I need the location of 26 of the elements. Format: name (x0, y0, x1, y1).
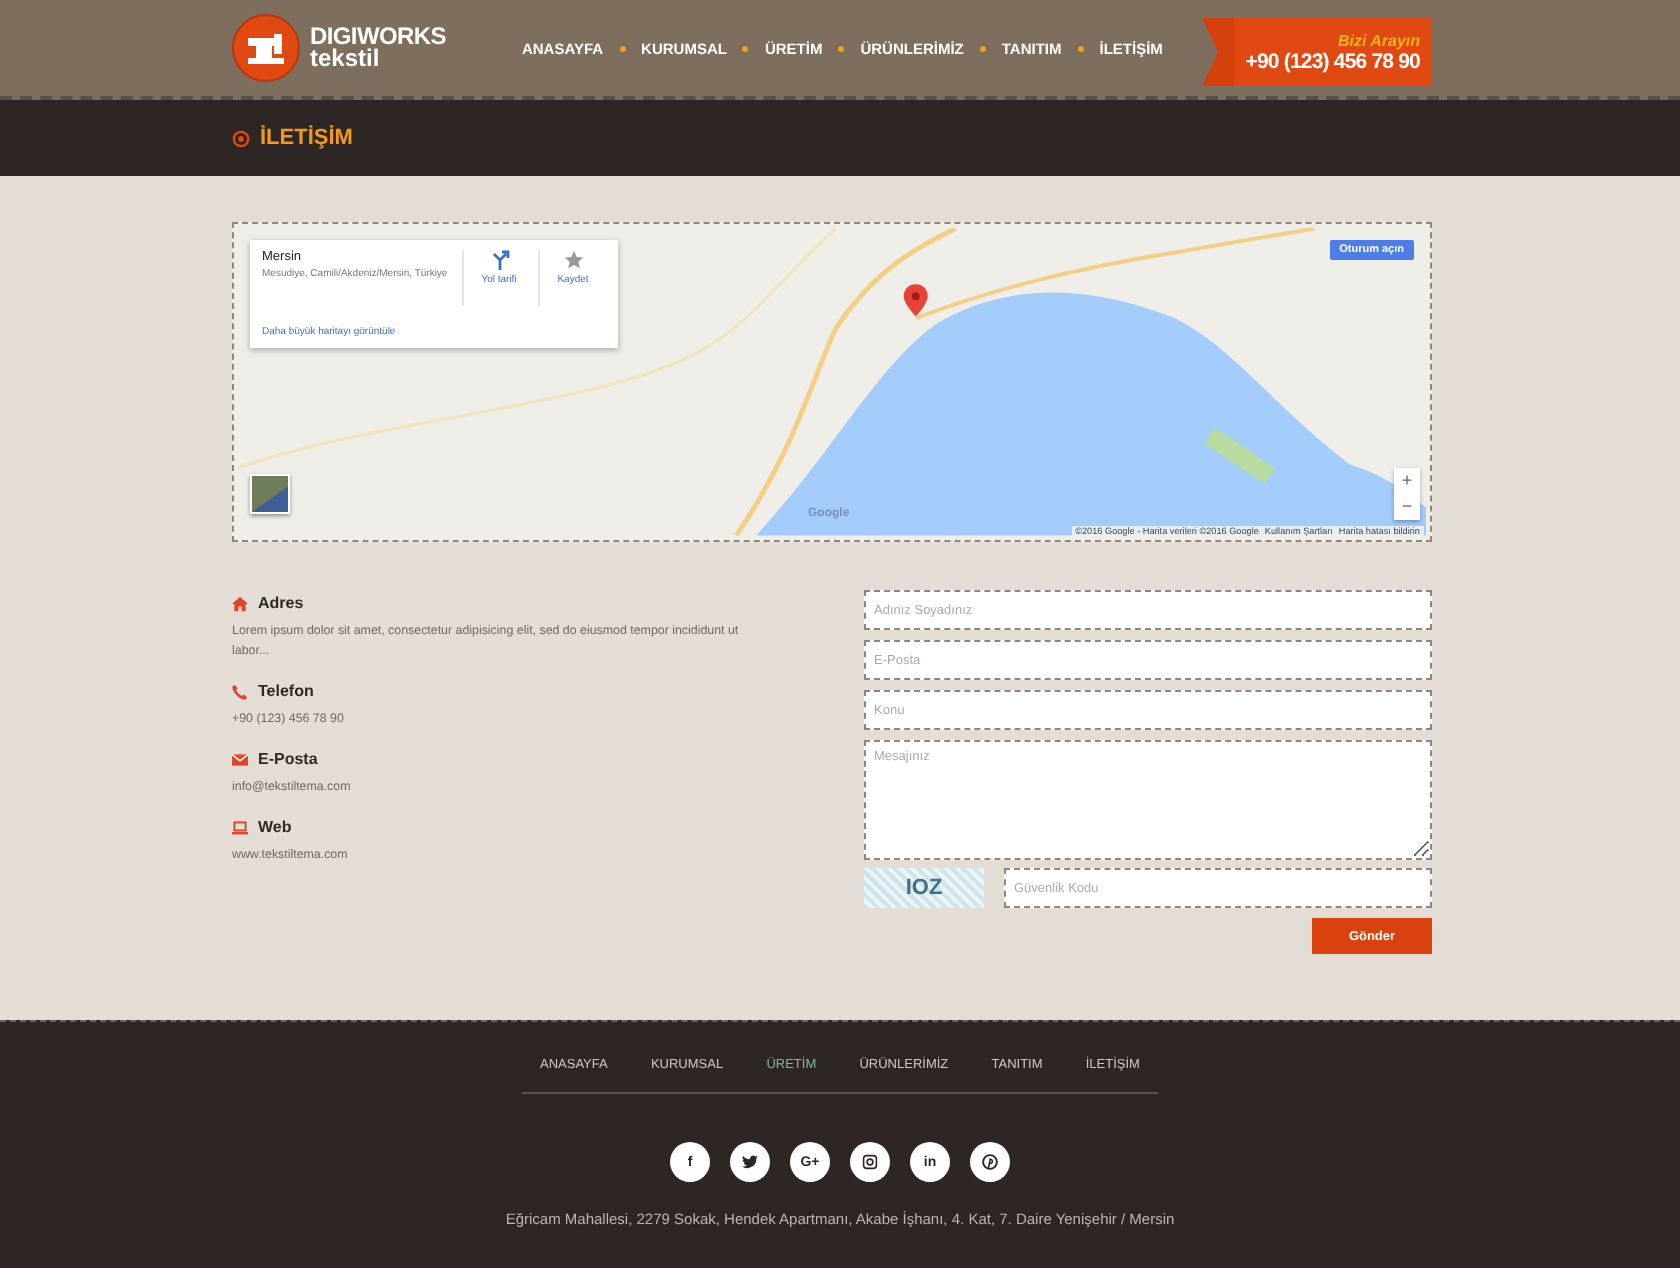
camera-icon (862, 1154, 878, 1170)
satellite-thumbnail-icon (250, 474, 290, 514)
call-label: Bizi Arayın (1337, 31, 1420, 49)
page-title: İLETİŞİM (260, 126, 353, 150)
phone-icon (232, 683, 248, 699)
zoom-out-button[interactable]: − (1394, 494, 1420, 520)
pin-icon (982, 1154, 998, 1170)
pinterest-button[interactable] (970, 1142, 1010, 1182)
phone-number: +90 (123) 456 78 90 (1245, 49, 1420, 73)
contact-heading: E-Posta (258, 750, 318, 768)
brand-name: DIGIWORKS (310, 26, 446, 48)
star-icon (563, 250, 583, 270)
contact-heading: Telefon (258, 682, 314, 700)
instagram-button[interactable] (850, 1142, 890, 1182)
envelope-icon (232, 751, 248, 767)
twitter-button[interactable] (730, 1142, 770, 1182)
home-icon (232, 595, 248, 611)
contact-heading: Adres (258, 594, 304, 612)
target-icon (232, 129, 250, 147)
bird-icon (742, 1154, 758, 1170)
directions-icon (489, 250, 509, 270)
laptop-icon (232, 819, 248, 835)
contact-heading: Web (258, 818, 292, 836)
brand-tagline: tekstil (310, 48, 380, 70)
zoom-in-button[interactable]: + (1394, 468, 1420, 494)
captcha-image: IOZ (864, 868, 984, 908)
